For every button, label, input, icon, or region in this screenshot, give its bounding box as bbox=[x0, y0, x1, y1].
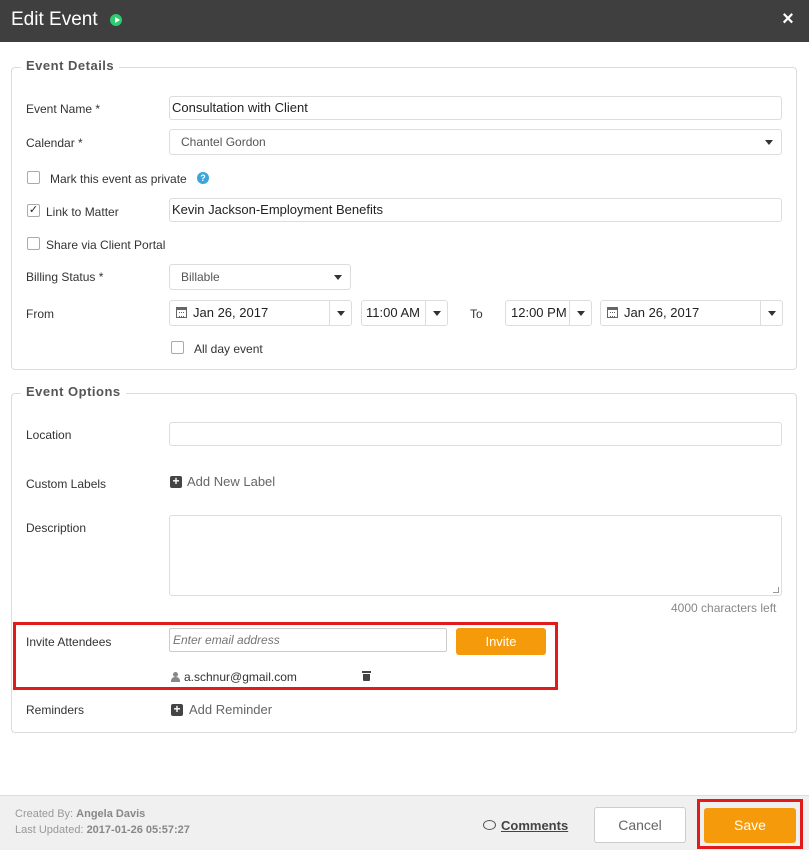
dialog-footer: Created By: Angela Davis Last Updated: 2… bbox=[0, 795, 809, 850]
comments-link[interactable]: Comments bbox=[501, 818, 568, 833]
chevron-down-icon bbox=[768, 311, 776, 316]
event-options-legend: Event Options bbox=[21, 384, 126, 399]
created-by: Created By: Angela Davis bbox=[15, 808, 145, 820]
share-portal-label: Share via Client Portal bbox=[46, 238, 166, 252]
from-time-dropdown[interactable] bbox=[425, 301, 447, 325]
from-date-value: Jan 26, 2017 bbox=[193, 305, 269, 320]
to-time-dropdown[interactable] bbox=[569, 301, 591, 325]
event-details-section: Event Details Event Name * Consultation … bbox=[11, 58, 797, 370]
chevron-down-icon bbox=[337, 311, 345, 316]
chevron-down-icon bbox=[433, 311, 441, 316]
all-day-label: All day event bbox=[194, 342, 263, 356]
calendar-select-value: Chantel Gordon bbox=[181, 135, 266, 149]
comment-icon[interactable] bbox=[483, 820, 496, 830]
plus-icon[interactable]: + bbox=[171, 703, 183, 716]
calendar-label: Calendar * bbox=[26, 136, 83, 150]
event-name-label: Event Name * bbox=[26, 102, 101, 116]
add-new-label-link[interactable]: Add New Label bbox=[187, 474, 275, 489]
calendar-select[interactable]: Chantel Gordon bbox=[169, 129, 782, 155]
chevron-down-icon bbox=[577, 311, 585, 316]
calendar-icon bbox=[176, 307, 187, 318]
close-icon[interactable]: × bbox=[778, 9, 798, 29]
to-date-value: Jan 26, 2017 bbox=[624, 305, 700, 320]
share-portal-checkbox[interactable] bbox=[27, 237, 40, 250]
billing-status-label: Billing Status * bbox=[26, 270, 104, 284]
from-time-value: 11:00 AM bbox=[366, 305, 420, 320]
custom-labels-label: Custom Labels bbox=[26, 477, 107, 491]
from-label: From bbox=[26, 307, 54, 321]
chevron-down-icon bbox=[765, 140, 773, 145]
last-updated: Last Updated: 2017-01-26 05:57:27 bbox=[15, 824, 190, 836]
event-name-input[interactable]: Consultation with Client bbox=[169, 96, 782, 120]
dialog-titlebar: Edit Event × bbox=[0, 0, 809, 42]
resize-handle-icon[interactable] bbox=[773, 587, 779, 593]
event-details-legend: Event Details bbox=[21, 58, 120, 73]
matter-input[interactable]: Kevin Jackson-Employment Benefits bbox=[169, 198, 782, 222]
add-reminder-link[interactable]: Add Reminder bbox=[189, 702, 272, 717]
created-by-label: Created By: bbox=[15, 808, 74, 820]
to-label: To bbox=[470, 307, 483, 321]
from-time-select[interactable]: 11:00 AM bbox=[361, 300, 448, 326]
from-date-picker[interactable]: Jan 26, 2017 bbox=[169, 300, 352, 326]
plus-icon[interactable]: + bbox=[170, 475, 182, 488]
to-date-picker[interactable]: Jan 26, 2017 bbox=[600, 300, 783, 326]
description-textarea[interactable] bbox=[169, 515, 782, 596]
to-date-dropdown[interactable] bbox=[760, 301, 782, 325]
all-day-checkbox[interactable] bbox=[171, 341, 184, 354]
calendar-icon bbox=[607, 307, 618, 318]
created-by-value: Angela Davis bbox=[76, 808, 146, 820]
chevron-down-icon bbox=[334, 275, 342, 280]
from-date-dropdown[interactable] bbox=[329, 301, 351, 325]
link-matter-checkbox[interactable]: ✓ bbox=[27, 204, 40, 217]
help-icon[interactable]: ? bbox=[197, 172, 209, 184]
private-checkbox[interactable] bbox=[27, 171, 40, 184]
last-updated-label: Last Updated: bbox=[15, 824, 84, 836]
characters-left: 4000 characters left bbox=[671, 601, 777, 615]
cancel-button[interactable]: Cancel bbox=[594, 807, 686, 843]
billing-status-value: Billable bbox=[181, 270, 220, 284]
to-time-value: 12:00 PM bbox=[511, 305, 567, 320]
location-input[interactable] bbox=[169, 422, 782, 446]
location-label: Location bbox=[26, 428, 72, 442]
private-label: Mark this event as private bbox=[50, 172, 187, 186]
save-highlight bbox=[697, 799, 803, 849]
to-time-select[interactable]: 12:00 PM bbox=[505, 300, 592, 326]
reminders-label: Reminders bbox=[26, 703, 85, 717]
last-updated-value: 2017-01-26 05:57:27 bbox=[86, 824, 190, 836]
billing-status-select[interactable]: Billable bbox=[169, 264, 351, 290]
dialog-title: Edit Event bbox=[11, 9, 98, 30]
play-icon[interactable] bbox=[110, 14, 122, 26]
description-label: Description bbox=[26, 521, 87, 535]
link-matter-label: Link to Matter bbox=[46, 205, 119, 219]
invite-attendees-highlight bbox=[13, 622, 558, 690]
